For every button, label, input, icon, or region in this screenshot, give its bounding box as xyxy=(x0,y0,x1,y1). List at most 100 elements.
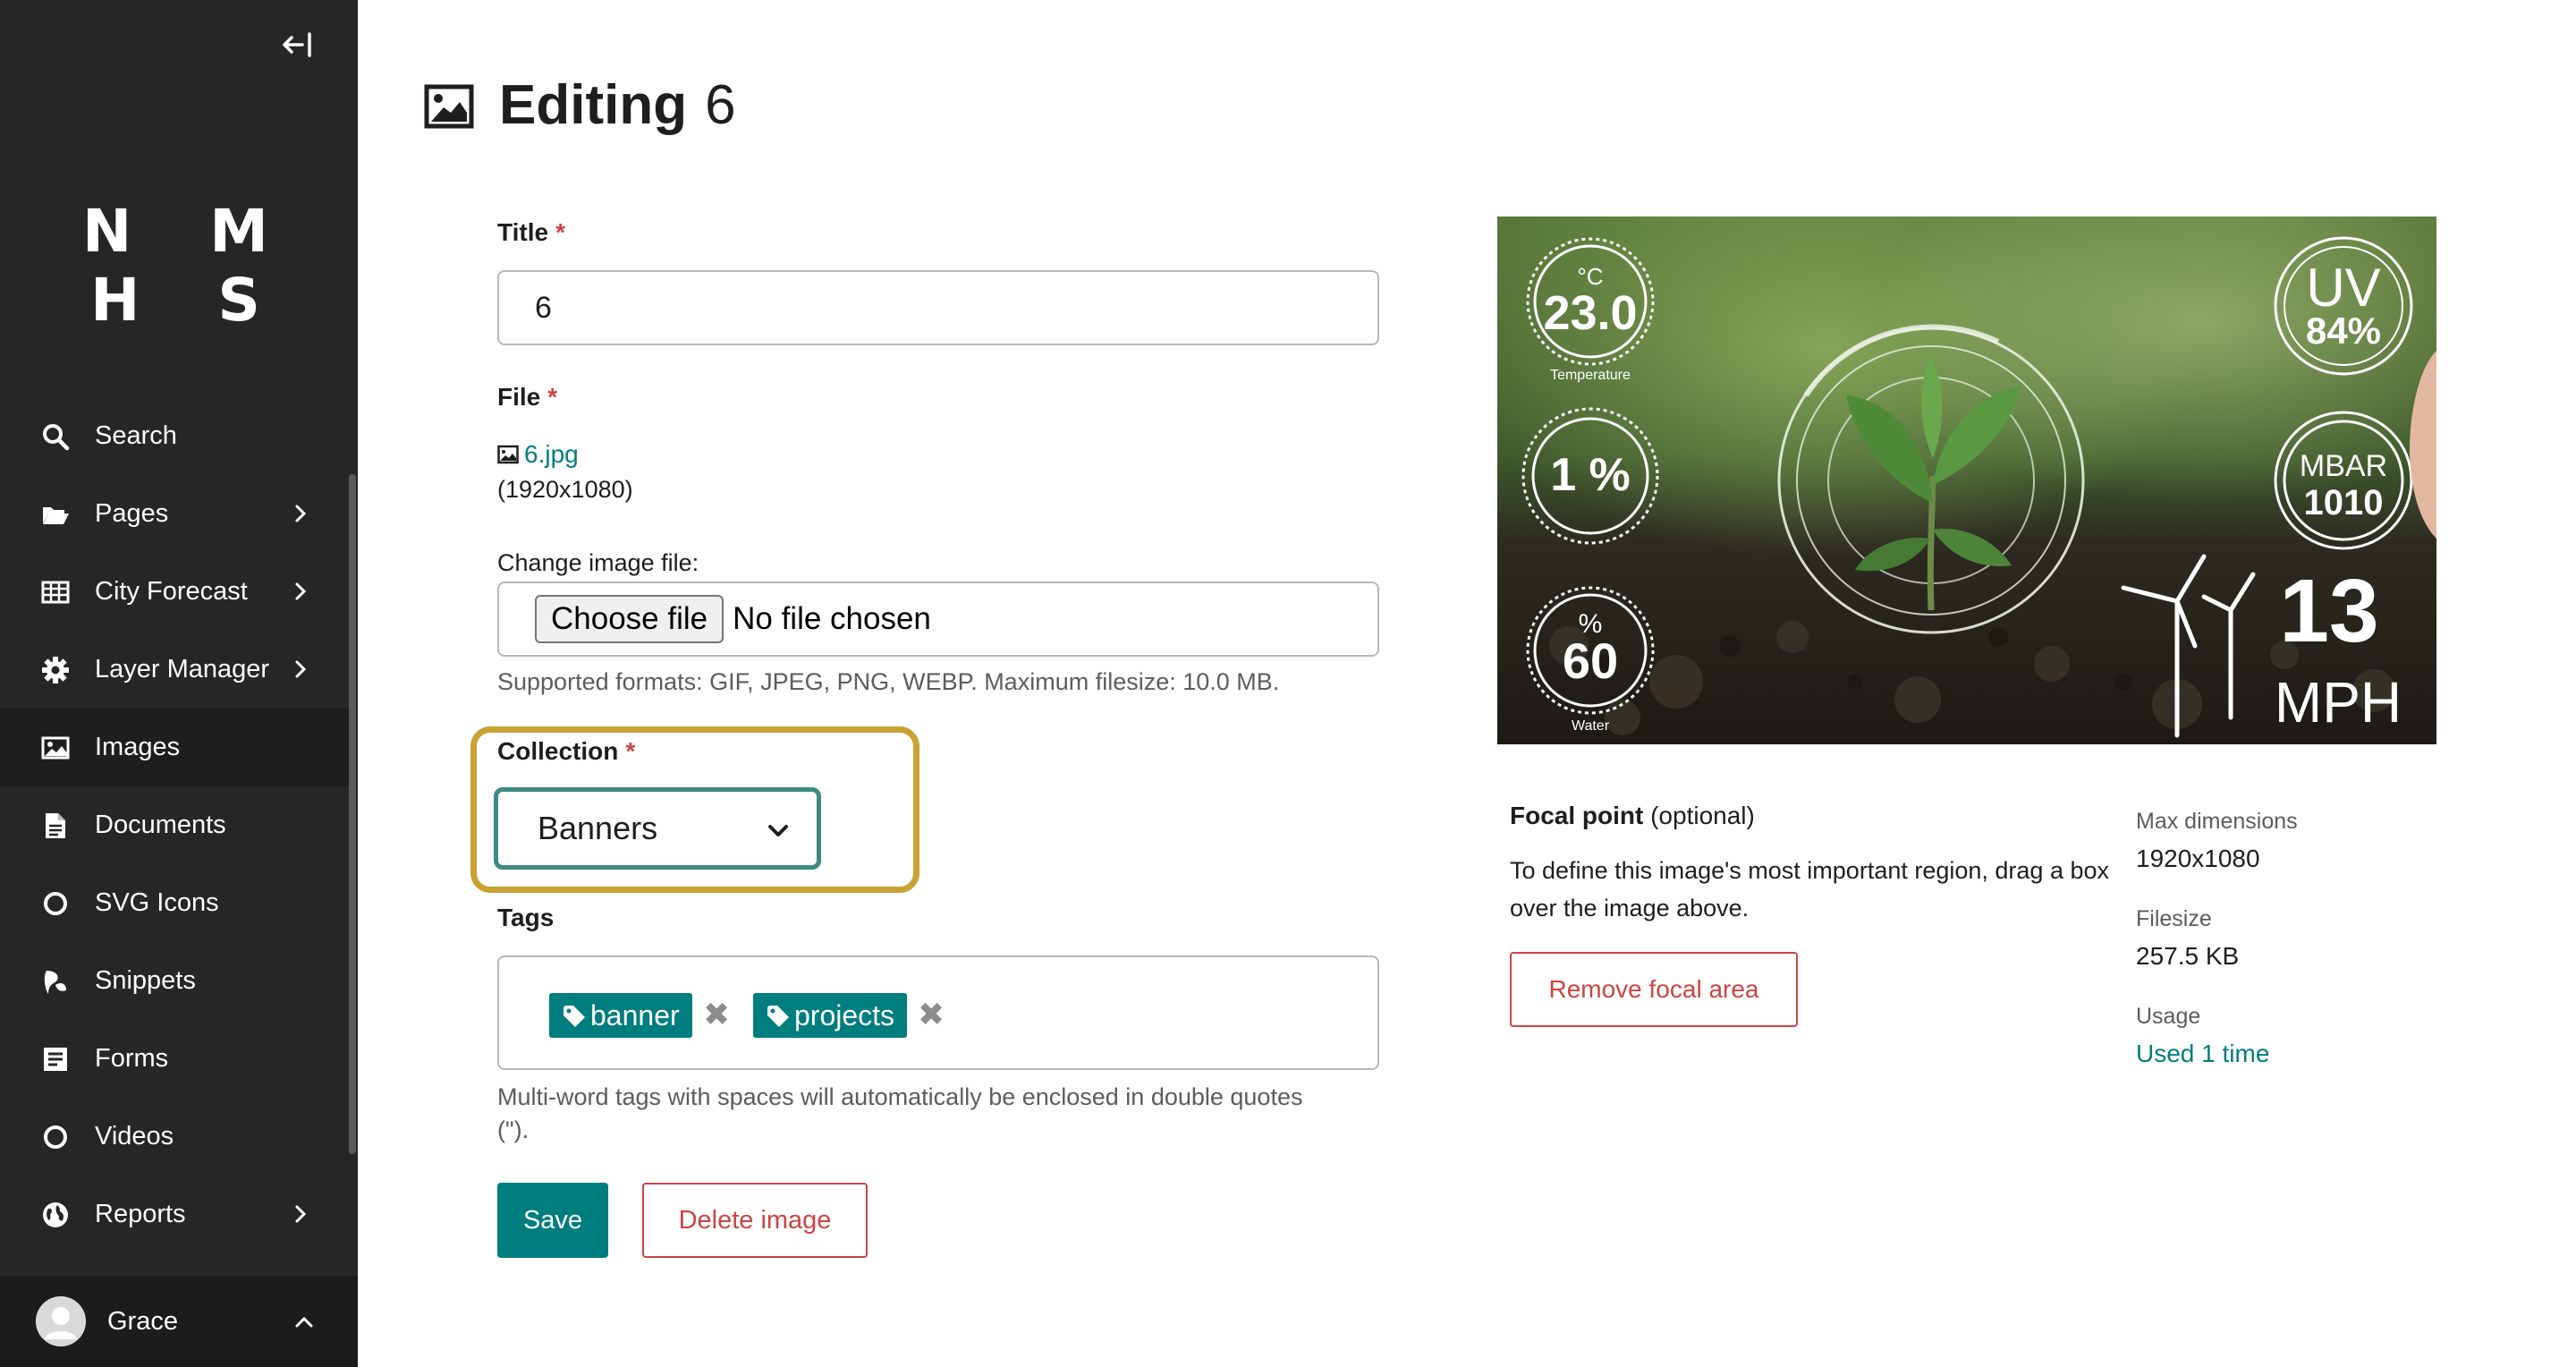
focal-point-optional: (optional) xyxy=(1650,802,1755,829)
choose-file-button[interactable]: Choose file xyxy=(535,595,724,643)
tag-icon xyxy=(766,1003,791,1028)
sidebar: N M H S Search Pages City Forecast Layer… xyxy=(0,0,358,1367)
doc-icon xyxy=(41,811,70,840)
sidebar-scrollbar[interactable] xyxy=(349,474,356,1154)
sidebar-item-svg-icons[interactable]: SVG Icons xyxy=(0,864,349,942)
overlay-temp-value: 23.0 xyxy=(1543,286,1637,340)
file-link[interactable]: 6.jpg xyxy=(497,440,579,469)
tag-label: projects xyxy=(794,998,895,1032)
collection-select[interactable]: Banners xyxy=(494,787,821,870)
file-dimensions: (1920x1080) xyxy=(497,476,633,503)
file-name: 6.jpg xyxy=(524,440,579,468)
required-mark: * xyxy=(555,218,565,246)
tag-banner: banner xyxy=(549,993,692,1038)
file-input: Choose file No file chosen xyxy=(497,582,1379,657)
sidebar-item-search[interactable]: Search xyxy=(0,397,349,475)
sidebar-item-label: Search xyxy=(95,421,177,450)
tag-remove-icon[interactable]: ✖ xyxy=(918,997,945,1032)
search-icon xyxy=(41,422,70,451)
chevron-right-icon xyxy=(288,579,313,604)
logo[interactable]: N M H S xyxy=(0,197,358,335)
sidebar-nav: Search Pages City Forecast Layer Manager xyxy=(0,397,349,1253)
usage-link[interactable]: Used 1 time xyxy=(2136,1040,2269,1068)
page-title-text: Editing xyxy=(499,74,688,136)
focal-point-title: Focal point (optional) xyxy=(1510,802,1755,830)
required-mark: * xyxy=(547,383,558,411)
sidebar-item-images[interactable]: Images xyxy=(0,709,349,786)
sidebar-item-label: City Forecast xyxy=(95,577,248,606)
overlay-water-value: 60 xyxy=(1563,633,1618,689)
chevron-down-icon xyxy=(765,817,792,844)
collection-label: Collection * xyxy=(497,737,635,766)
overlay-mbar-value: 1010 xyxy=(2304,483,2384,522)
file-label: File * xyxy=(497,383,557,412)
snippet-icon xyxy=(41,967,70,996)
sidebar-item-documents[interactable]: Documents xyxy=(0,786,349,864)
tag-projects: projects xyxy=(753,993,908,1038)
chevron-right-icon xyxy=(288,501,313,526)
sidebar-item-label: Snippets xyxy=(95,966,196,995)
page-title: Editing 6 xyxy=(499,73,736,137)
sidebar-item-reports[interactable]: Reports xyxy=(0,1176,349,1253)
filesize-label: Filesize xyxy=(2136,906,2212,931)
focal-point-description: To define this image's most important re… xyxy=(1510,857,2110,921)
globe-icon xyxy=(41,1201,70,1229)
overlay-uv-value: 84% xyxy=(2306,310,2381,352)
tag-icon xyxy=(562,1003,587,1028)
sidebar-item-pages[interactable]: Pages xyxy=(0,475,349,553)
usage-label: Usage xyxy=(2136,1004,2201,1029)
tags-help-line: ("). xyxy=(497,1117,530,1143)
image-preview[interactable]: °C 23.0 Temperature 1 % % 60 Water UV 84… xyxy=(1497,217,2436,744)
tag-label: banner xyxy=(590,998,680,1032)
image-icon xyxy=(424,84,474,129)
title-label-text: Title xyxy=(497,218,549,246)
tags-label: Tags xyxy=(497,904,555,931)
sidebar-item-layer-manager[interactable]: Layer Manager xyxy=(0,631,349,709)
collapse-sidebar-icon[interactable] xyxy=(279,27,315,63)
chevron-right-icon xyxy=(288,1201,313,1227)
circle-icon xyxy=(41,889,70,918)
sidebar-item-forms[interactable]: Forms xyxy=(0,1020,349,1098)
remove-focal-area-button[interactable]: Remove focal area xyxy=(1510,952,1798,1027)
sidebar-item-label: Layer Manager xyxy=(95,655,270,684)
form-icon xyxy=(41,1045,70,1074)
avatar xyxy=(36,1296,86,1346)
overlay-percent-value: 1 % xyxy=(1550,449,1631,501)
max-dimensions-label: Max dimensions xyxy=(2136,809,2298,834)
tags-input[interactable]: banner ✖ projects ✖ xyxy=(497,955,1379,1070)
overlay-wind-value: 13 xyxy=(2279,561,2378,661)
chevron-right-icon xyxy=(288,657,313,682)
required-mark: * xyxy=(625,737,636,765)
title-input[interactable] xyxy=(497,270,1379,345)
sidebar-item-snippets[interactable]: Snippets xyxy=(0,942,349,1020)
overlay-mbar-label: MBAR xyxy=(2300,449,2387,483)
focal-point-title-text: Focal point xyxy=(1510,802,1644,829)
title-label: Title * xyxy=(497,218,565,247)
collection-select-value: Banners xyxy=(538,810,658,846)
no-file-text: No file chosen xyxy=(733,601,931,636)
image-icon xyxy=(41,734,70,762)
chevron-up-icon xyxy=(292,1310,317,1335)
sidebar-item-videos[interactable]: Videos xyxy=(0,1098,349,1176)
circle-icon xyxy=(41,1123,70,1151)
save-button[interactable]: Save xyxy=(497,1183,608,1258)
tags-help-line: Multi-word tags with spaces will automat… xyxy=(497,1083,1303,1110)
folder-open-icon xyxy=(41,500,70,529)
account-menu[interactable]: Grace xyxy=(0,1276,358,1367)
delete-image-button[interactable]: Delete image xyxy=(642,1183,868,1258)
overlay-uv-label: UV xyxy=(2306,258,2380,318)
sidebar-item-label: Forms xyxy=(95,1044,169,1073)
sidebar-item-label: SVG Icons xyxy=(95,888,219,917)
max-dimensions-value: 1920x1080 xyxy=(2136,845,2260,872)
table-icon xyxy=(41,578,70,607)
cog-icon xyxy=(41,656,70,684)
image-icon xyxy=(497,445,519,464)
overlay-temp-caption: Temperature xyxy=(1550,368,1631,383)
formats-help: Supported formats: GIF, JPEG, PNG, WEBP.… xyxy=(497,668,1280,695)
sidebar-item-label: Videos xyxy=(95,1122,174,1150)
tag-remove-icon[interactable]: ✖ xyxy=(703,997,730,1032)
sidebar-item-label: Documents xyxy=(95,811,226,839)
change-file-label: Change image file: xyxy=(497,549,699,576)
collection-label-text: Collection xyxy=(497,737,619,765)
sidebar-item-city-forecast[interactable]: City Forecast xyxy=(0,553,349,631)
